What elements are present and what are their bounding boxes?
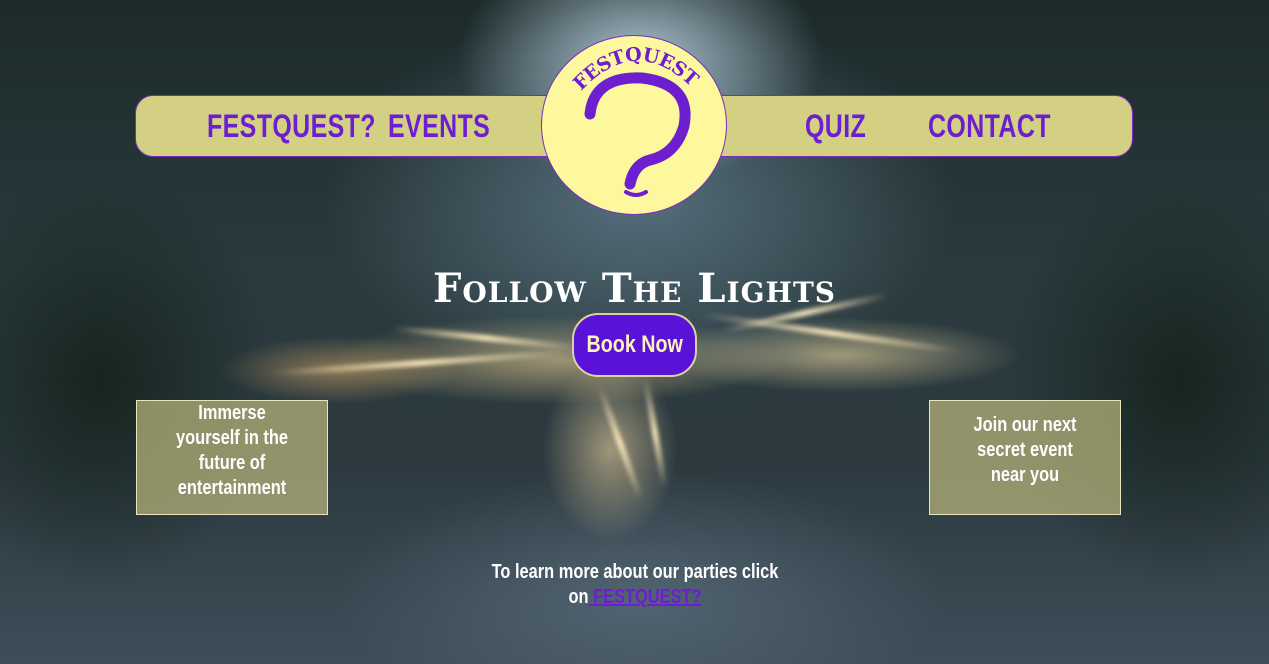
book-now-button[interactable]: Book Now — [572, 313, 697, 377]
svg-text:FESTQUEST: FESTQUEST — [569, 44, 703, 95]
nav-link-contact[interactable]: CONTACT — [928, 104, 1051, 148]
info-box-left: Immerse yourself in the future of entert… — [136, 400, 328, 515]
hero-title: Follow The Lights — [432, 264, 837, 312]
footer-note: To learn more about our parties click on… — [440, 560, 830, 610]
book-now-label: Book Now — [586, 331, 683, 358]
info-box-right-text: Join our next secret event near you — [973, 414, 1077, 486]
nav-link-festquest[interactable]: FESTQUEST? — [207, 104, 376, 148]
logo-text: FESTQUEST — [569, 44, 703, 95]
info-box-left-text: Immerse yourself in the future of entert… — [175, 401, 289, 499]
footer-festquest-link[interactable]: FESTQUEST? — [589, 586, 701, 608]
nav-link-quiz[interactable]: QUIZ — [805, 104, 866, 148]
info-box-right: Join our next secret event near you — [929, 400, 1121, 515]
nav-link-events[interactable]: EVENTS — [388, 104, 490, 148]
festquest-logo[interactable]: FESTQUEST — [541, 35, 727, 215]
question-mark-icon: FESTQUEST — [569, 44, 703, 197]
